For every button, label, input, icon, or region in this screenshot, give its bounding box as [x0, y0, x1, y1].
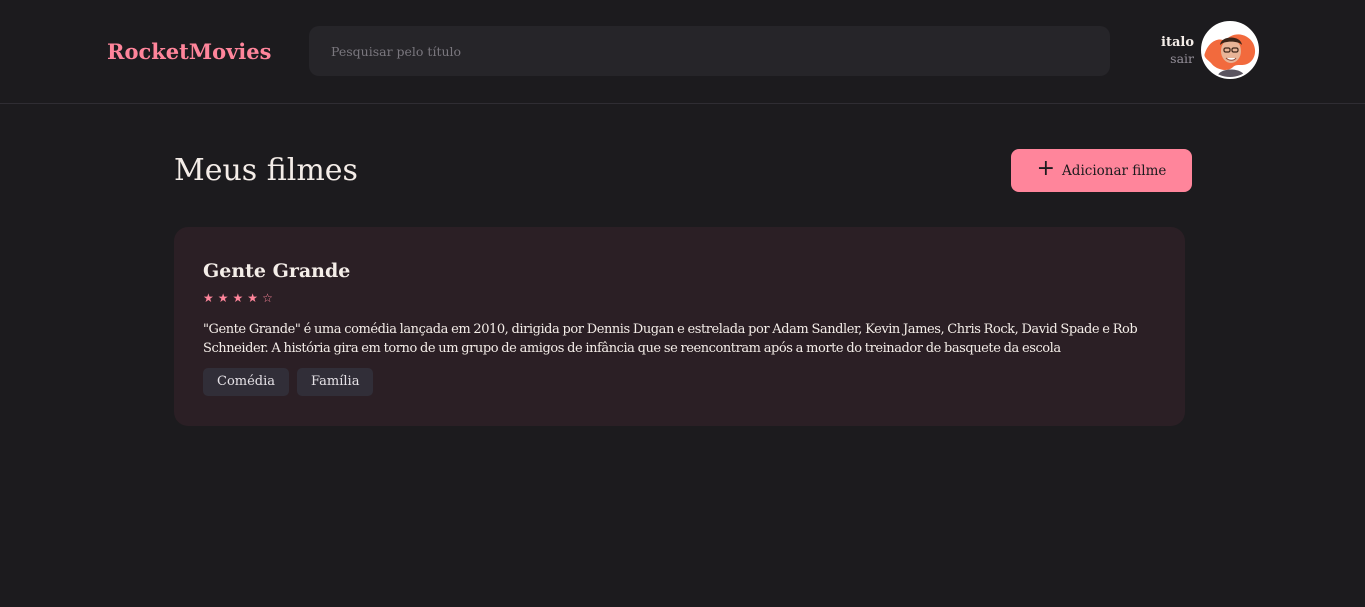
plus-icon: +: [1036, 156, 1056, 181]
add-movie-button[interactable]: + Adicionar filme: [1011, 149, 1192, 192]
page-title: Meus filmes: [174, 153, 358, 188]
profile-name: italo: [1161, 35, 1194, 50]
tag-familia: Família: [297, 368, 374, 396]
movie-card[interactable]: Gente Grande ★ ★ ★ ★ ☆ "Gente Grande" é uma …: [174, 227, 1185, 426]
avatar[interactable]: [1201, 21, 1259, 79]
search-input[interactable]: [309, 26, 1110, 76]
app-header: RocketMovies italo sair: [0, 0, 1365, 104]
movie-tags: Comédia Família: [203, 368, 1156, 396]
logout-link[interactable]: sair: [1161, 51, 1194, 67]
star-empty-icon: ☆: [262, 291, 273, 305]
movie-rating: ★ ★ ★ ★ ☆: [203, 291, 1156, 305]
movie-title: Gente Grande: [203, 260, 351, 282]
tag-comedia: Comédia: [203, 368, 290, 396]
profile-info: italo sair: [1161, 35, 1194, 67]
movie-description: "Gente Grande" é uma comédia lançada em …: [203, 322, 1138, 356]
add-movie-label: Adicionar filme: [1062, 162, 1167, 179]
star-filled-icon: ★: [232, 291, 244, 305]
star-filled-icon: ★: [217, 291, 229, 305]
star-filled-icon: ★: [247, 291, 259, 305]
star-filled-icon: ★: [203, 291, 214, 305]
brand-logo[interactable]: RocketMovies: [107, 38, 271, 66]
user-avatar-photo-icon: [1203, 23, 1257, 77]
